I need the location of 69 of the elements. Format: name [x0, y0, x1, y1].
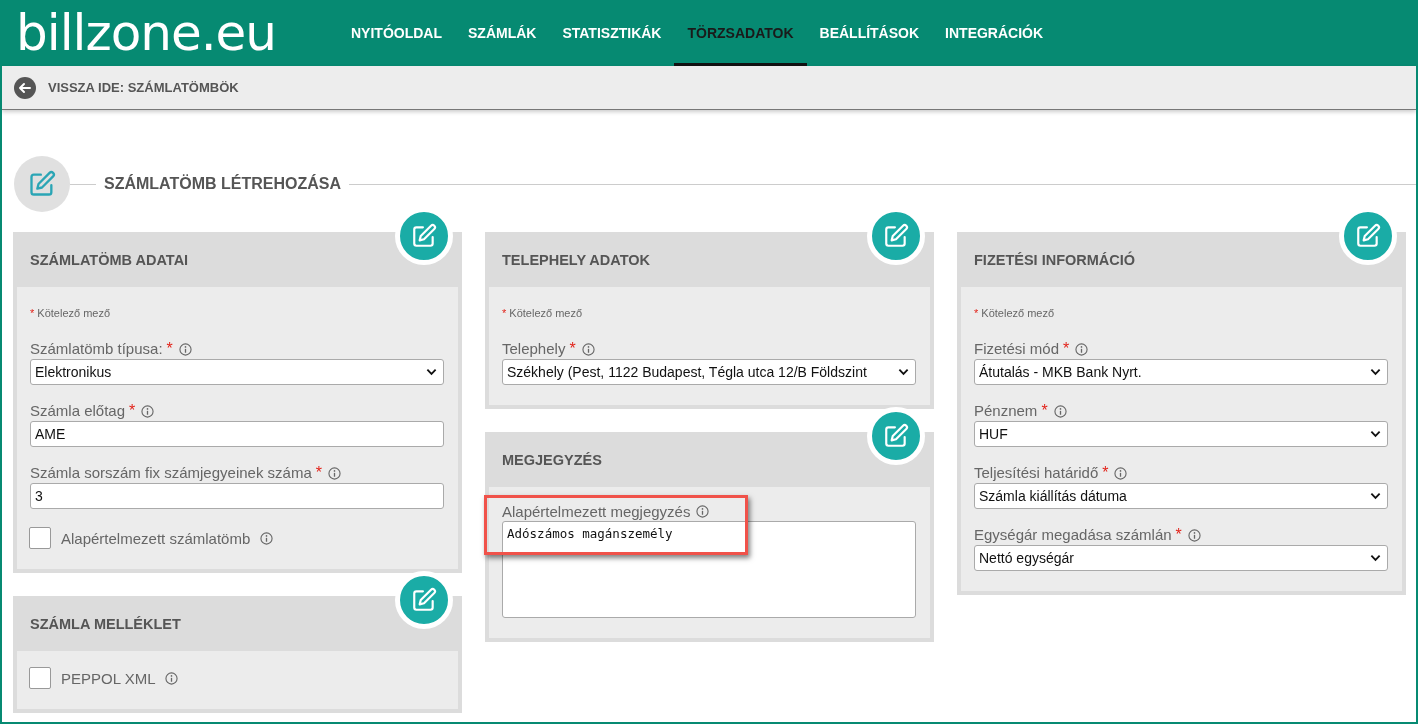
checkbox[interactable] — [29, 667, 51, 689]
field-label: Alapértelmezett megjegyzés — [502, 502, 691, 520]
logo[interactable]: billzone.eu — [2, 0, 338, 66]
edit-icon — [883, 423, 909, 449]
panel-title: SZÁMLATÖMB ADATAI — [30, 251, 189, 268]
info-icon — [1053, 404, 1067, 418]
panel-title: SZÁMLA MELLÉKLET — [30, 615, 181, 632]
panel-title: FIZETÉSI INFORMÁCIÓ — [974, 251, 1136, 268]
chevron-down-icon — [898, 368, 909, 376]
input-field[interactable]: AME — [30, 421, 444, 447]
info-icon — [581, 342, 595, 356]
field-label: Számlatömb típusa: — [30, 340, 163, 358]
info-icon — [1075, 342, 1089, 356]
nav-tab[interactable]: INTEGRÁCIÓK — [932, 0, 1057, 66]
select-field[interactable]: HUF — [974, 421, 1388, 447]
field-label: Teljesítési határidő — [974, 464, 1099, 482]
chevron-down-icon — [1370, 554, 1381, 562]
nav-tab[interactable]: SZÁMLÁK — [455, 0, 550, 66]
field-label: Telephely — [502, 340, 566, 358]
info-icon — [141, 404, 155, 418]
info-icon — [328, 466, 341, 480]
required-asterisk: * — [1063, 340, 1070, 358]
select-field[interactable]: Székhely (Pest, 1122 Budapest, Tégla utca 12/B Földszint — [502, 359, 916, 385]
textarea-field[interactable]: Adószámos magánszemély — [502, 521, 916, 618]
info-icon — [1114, 466, 1128, 480]
back-link[interactable]: VISSZA IDE: SZÁMLATÖMBÖK — [48, 80, 239, 95]
panel-title: MEGJEGYZÉS — [502, 451, 602, 468]
required-asterisk: * — [1102, 464, 1109, 482]
field-label: Egységár megadása számlán — [974, 526, 1172, 544]
checkbox-label: Alapértelmezett számlatömb — [61, 529, 251, 547]
panel-title: TELEPHELY ADATOK — [502, 251, 650, 268]
required-note: * Kötelező mező — [974, 307, 1056, 319]
chevron-down-icon — [1370, 368, 1381, 376]
select-field[interactable]: Számla kiállítás dátuma — [974, 483, 1388, 509]
input-field[interactable]: 3 — [30, 483, 444, 509]
field-label: Pénznem — [974, 402, 1038, 420]
edit-icon — [883, 223, 909, 249]
required-note: * Kötelező mező — [502, 307, 584, 319]
required-asterisk: * — [129, 402, 136, 420]
required-note: * Kötelező mező — [30, 307, 112, 319]
required-asterisk: * — [315, 464, 322, 482]
nav-tab[interactable]: STATISZTIKÁK — [549, 0, 675, 66]
checkbox-label: PEPPOL XML — [61, 669, 156, 687]
field-label: Számla sorszám fix számjegyeinek száma — [30, 464, 312, 482]
select-field[interactable]: Elektronikus — [30, 359, 444, 385]
select-field[interactable]: Nettó egységár — [974, 545, 1388, 571]
required-asterisk: * — [1041, 402, 1048, 420]
chevron-down-icon — [426, 368, 437, 376]
info-icon — [696, 504, 710, 518]
edit-icon — [1355, 223, 1381, 249]
field-label: Számla előtag — [30, 402, 126, 420]
select-field[interactable]: Átutalás - MKB Bank Nyrt. — [974, 359, 1388, 385]
checkbox[interactable] — [29, 527, 51, 549]
nav-tab[interactable]: BEÁLLÍTÁSOK — [806, 0, 933, 66]
info-icon — [1187, 528, 1201, 542]
edit-icon — [411, 587, 437, 613]
required-asterisk: * — [569, 340, 576, 358]
edit-icon — [411, 223, 437, 249]
edit-icon — [28, 170, 56, 198]
chevron-down-icon — [1370, 492, 1381, 500]
chevron-down-icon — [1370, 430, 1381, 438]
info-icon — [165, 671, 179, 685]
info-icon — [178, 342, 192, 356]
info-icon — [260, 531, 274, 545]
nav-tab[interactable]: NYITÓOLDAL — [338, 0, 455, 66]
page-title: SZÁMLATÖMB LÉTREHOZÁSA — [103, 175, 342, 193]
field-label: Fizetési mód — [974, 340, 1060, 358]
required-asterisk: * — [166, 340, 173, 358]
required-asterisk: * — [1175, 526, 1182, 544]
